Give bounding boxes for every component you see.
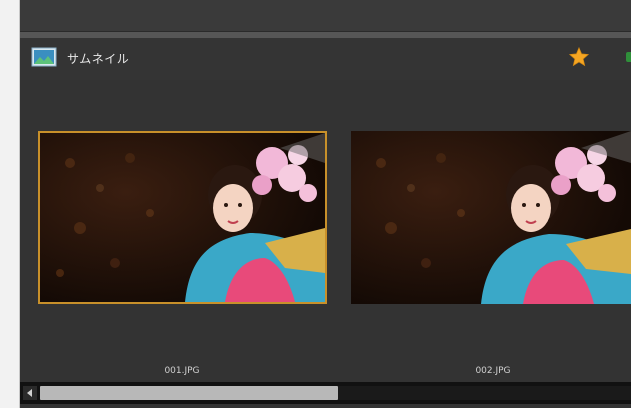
thumbnail-item[interactable] bbox=[351, 131, 631, 304]
left-edge bbox=[0, 0, 20, 408]
thumbnail-image bbox=[40, 133, 325, 302]
scroll-track[interactable] bbox=[40, 386, 631, 400]
scroll-left-arrow-icon[interactable] bbox=[23, 386, 37, 400]
thumbnail-item[interactable] bbox=[38, 131, 327, 304]
thumbnail-image bbox=[351, 131, 631, 304]
thumbnail-filename: 002.JPG bbox=[475, 366, 511, 376]
top-panel bbox=[20, 0, 631, 32]
star-icon[interactable] bbox=[568, 46, 590, 68]
thumbnail-panel-icon bbox=[31, 47, 57, 67]
scroll-thumb[interactable] bbox=[40, 386, 338, 400]
thumbnail-grid: 001.JPG 002.JPG bbox=[20, 80, 631, 382]
panel-title: サムネイル bbox=[67, 52, 130, 66]
panel-edge-indicator bbox=[626, 52, 631, 62]
thumbnail-window: サムネイル 001.JPG 002.JPG bbox=[20, 0, 631, 408]
horizontal-scrollbar[interactable] bbox=[20, 382, 631, 404]
thumbnail-panel-header: サムネイル bbox=[20, 38, 631, 80]
thumbnail-filename: 001.JPG bbox=[164, 366, 200, 376]
